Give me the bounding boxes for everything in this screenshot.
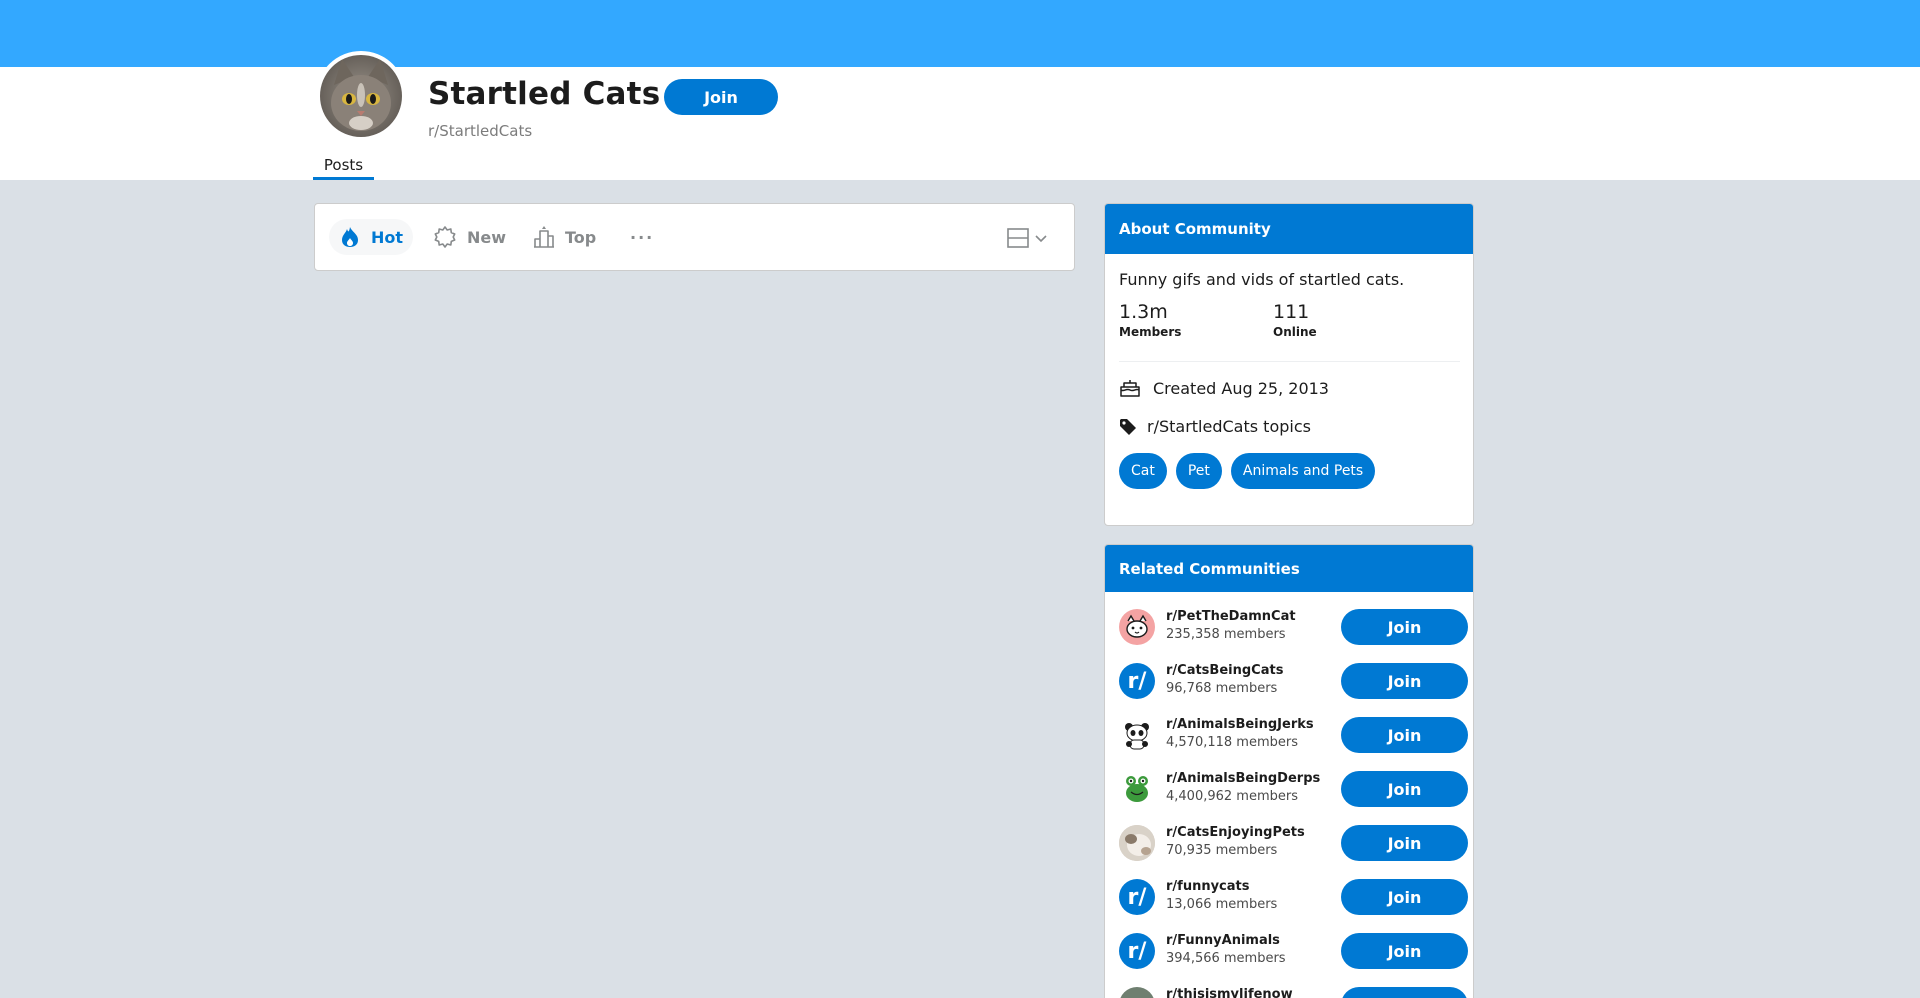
related-community-members: 96,768 members [1166,681,1278,696]
community-title: Startled Cats [428,76,661,112]
related-community-item: r/AnimalsBeingDerps 4,400,962 members Jo… [1119,769,1468,809]
topics-heading-text: r/StartledCats topics [1147,417,1311,436]
cake-icon [1120,380,1140,397]
about-community-card: About Community Funny gifs and vids of s… [1104,203,1474,526]
related-community-members: 13,066 members [1166,897,1278,912]
chevron-down-icon [1035,235,1047,243]
sort-top-label: Top [565,227,597,247]
related-community-name[interactable]: r/FunnyAnimals [1166,933,1280,948]
card-view-icon [1007,228,1029,248]
panda-icon [1119,717,1155,753]
related-community-members: 4,400,962 members [1166,789,1298,804]
related-community-members: 70,935 members [1166,843,1278,858]
tab-posts[interactable]: Posts [313,153,374,180]
related-community-name[interactable]: r/PetTheDamnCat [1166,609,1296,624]
online-count: 111 [1273,301,1310,323]
members-label: Members [1119,325,1182,339]
community-description: Funny gifs and vids of startled cats. [1119,270,1405,289]
community-avatar [316,51,406,141]
sort-bar: Hot New Top ··· [314,203,1075,271]
related-community-item: r/thisismylifenow Join [1119,985,1468,998]
related-join-button[interactable]: Join [1341,717,1468,753]
related-communities-header: Related Communities [1105,545,1473,592]
more-options-button[interactable]: ··· [620,219,664,255]
burst-icon [434,226,456,248]
related-join-button[interactable]: Join [1341,609,1468,645]
related-community-item: r/AnimalsBeingJerks 4,570,118 members Jo… [1119,715,1468,755]
topic-chip-animals-and-pets[interactable]: Animals and Pets [1230,453,1376,489]
related-community-members: 394,566 members [1166,951,1286,966]
created-date: Created Aug 25, 2013 [1119,378,1329,398]
members-stat: 1.3m Members [1119,301,1181,339]
frog-icon [1119,771,1155,807]
reddit-r-icon: r/ [1119,663,1155,699]
tag-icon [1120,418,1136,435]
podium-icon [534,226,554,248]
related-communities-card: Related Communities r/PetTheDamnCat 235,… [1104,544,1474,998]
sort-new-label: New [467,227,507,247]
related-community-name[interactable]: r/CatsEnjoyingPets [1166,825,1305,840]
reddit-r-icon: r/ [1119,933,1155,969]
cat-photo-icon [1119,825,1155,861]
community-handle: r/StartledCats [428,122,533,140]
related-community-item: r/CatsEnjoyingPets 70,935 members Join [1119,823,1468,863]
related-community-name[interactable]: r/CatsBeingCats [1166,663,1283,678]
related-community-item: r/ r/CatsBeingCats 96,768 members Join [1119,661,1468,701]
community-header [0,67,1920,180]
related-join-button[interactable]: Join [1341,771,1468,807]
reddit-r-icon: r/ [1119,879,1155,915]
topic-chips: Cat Pet Animals and Pets [1119,453,1376,489]
related-community-name[interactable]: r/thisismylifenow [1166,987,1293,998]
related-community-name[interactable]: r/funnycats [1166,879,1249,894]
sort-hot-label: Hot [371,227,404,247]
related-join-button[interactable]: Join [1341,663,1468,699]
join-button[interactable]: Join [664,79,778,115]
cat-avatar-icon [320,55,402,137]
members-count: 1.3m [1119,301,1168,323]
related-join-button[interactable]: Join [1341,987,1468,998]
topic-chip-cat[interactable]: Cat [1119,453,1167,489]
related-community-item: r/PetTheDamnCat 235,358 members Join [1119,607,1468,647]
related-community-name[interactable]: r/AnimalsBeingJerks [1166,717,1314,732]
related-join-button[interactable]: Join [1341,933,1468,969]
related-community-name[interactable]: r/AnimalsBeingDerps [1166,771,1320,786]
cat-face-icon [1119,609,1155,645]
topics-heading: r/StartledCats topics [1119,417,1311,436]
community-banner [0,0,1920,67]
related-community-members: 235,358 members [1166,627,1286,642]
related-join-button[interactable]: Join [1341,879,1468,915]
sort-hot-button[interactable]: Hot [329,219,414,255]
created-date-text: Created Aug 25, 2013 [1153,378,1329,398]
related-community-item: r/ r/funnycats 13,066 members Join [1119,877,1468,917]
related-community-item: r/ r/FunnyAnimals 394,566 members Join [1119,931,1468,971]
topic-chip-pet[interactable]: Pet [1175,453,1222,489]
related-join-button[interactable]: Join [1341,825,1468,861]
avatar-photo-icon [1119,987,1155,998]
sort-top-button[interactable]: Top [523,219,606,255]
online-label: Online [1273,325,1317,339]
online-stat: 111 Online [1273,301,1317,339]
about-community-header: About Community [1105,204,1473,254]
view-mode-toggle[interactable] [1006,225,1050,251]
related-community-members: 4,570,118 members [1166,735,1298,750]
sort-new-button[interactable]: New [423,219,516,255]
divider [1119,361,1460,362]
flame-icon [342,227,358,247]
